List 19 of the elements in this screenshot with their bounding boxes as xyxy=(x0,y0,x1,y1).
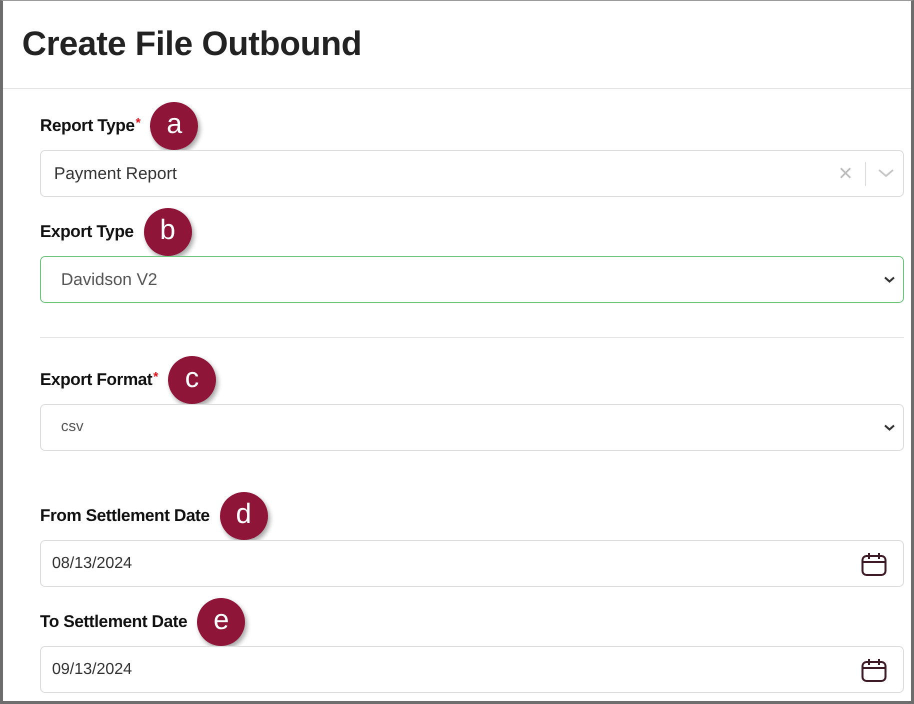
date-input[interactable]: 08/13/2024 xyxy=(40,540,904,587)
page-title: Create File Outbound xyxy=(22,24,362,65)
calendar-icon[interactable] xyxy=(861,552,887,576)
calendar-icon[interactable] xyxy=(861,658,887,682)
field-label: To Settlement Date xyxy=(40,611,188,634)
field-label: From Settlement Date xyxy=(40,505,210,528)
callout-marker: e xyxy=(197,598,246,646)
callout-marker: a xyxy=(150,102,198,150)
dropdown-select[interactable]: Davidson V2 xyxy=(40,256,904,303)
callout-marker: b xyxy=(144,208,192,256)
field-label: Export Format* xyxy=(40,368,158,392)
chevron-down-icon[interactable] xyxy=(884,424,895,431)
callout-marker: c xyxy=(168,356,216,404)
callout-marker: d xyxy=(220,492,268,540)
chevron-down-icon[interactable] xyxy=(884,276,895,283)
dropdown-select[interactable]: csv xyxy=(40,404,904,451)
field-label: Export Type xyxy=(40,221,134,244)
field-label: Report Type* xyxy=(40,114,140,138)
date-input[interactable]: 09/13/2024 xyxy=(40,646,904,693)
